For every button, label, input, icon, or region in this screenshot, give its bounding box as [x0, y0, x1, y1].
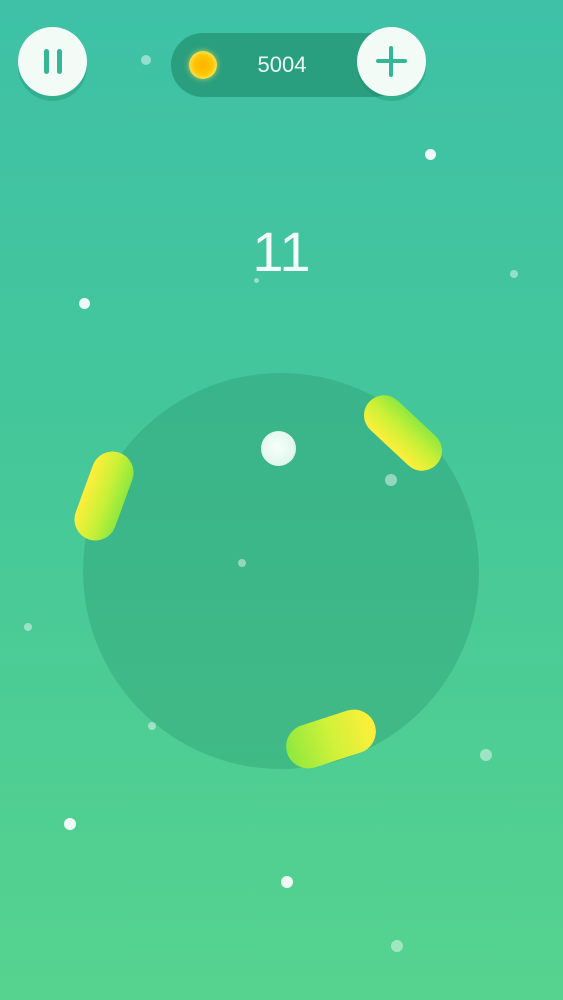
particle [238, 559, 246, 567]
particle [425, 149, 436, 160]
particle [480, 749, 492, 761]
pause-button[interactable] [18, 27, 87, 96]
particle [254, 278, 259, 283]
particle [281, 876, 293, 888]
particle [141, 55, 151, 65]
particle [148, 722, 156, 730]
particle [79, 298, 90, 309]
score: 11 [252, 220, 311, 283]
add-coins-button[interactable] [357, 27, 426, 96]
ball [261, 431, 296, 466]
coin-count: 5004 [257, 52, 307, 77]
particle [64, 818, 76, 830]
pause-icon [44, 49, 49, 74]
particle [510, 270, 518, 278]
particle [385, 474, 397, 486]
coin-icon [189, 51, 217, 79]
plus-icon-vertical [389, 46, 393, 77]
particle [391, 940, 403, 952]
pause-icon-bar [57, 49, 62, 74]
particle [24, 623, 32, 631]
